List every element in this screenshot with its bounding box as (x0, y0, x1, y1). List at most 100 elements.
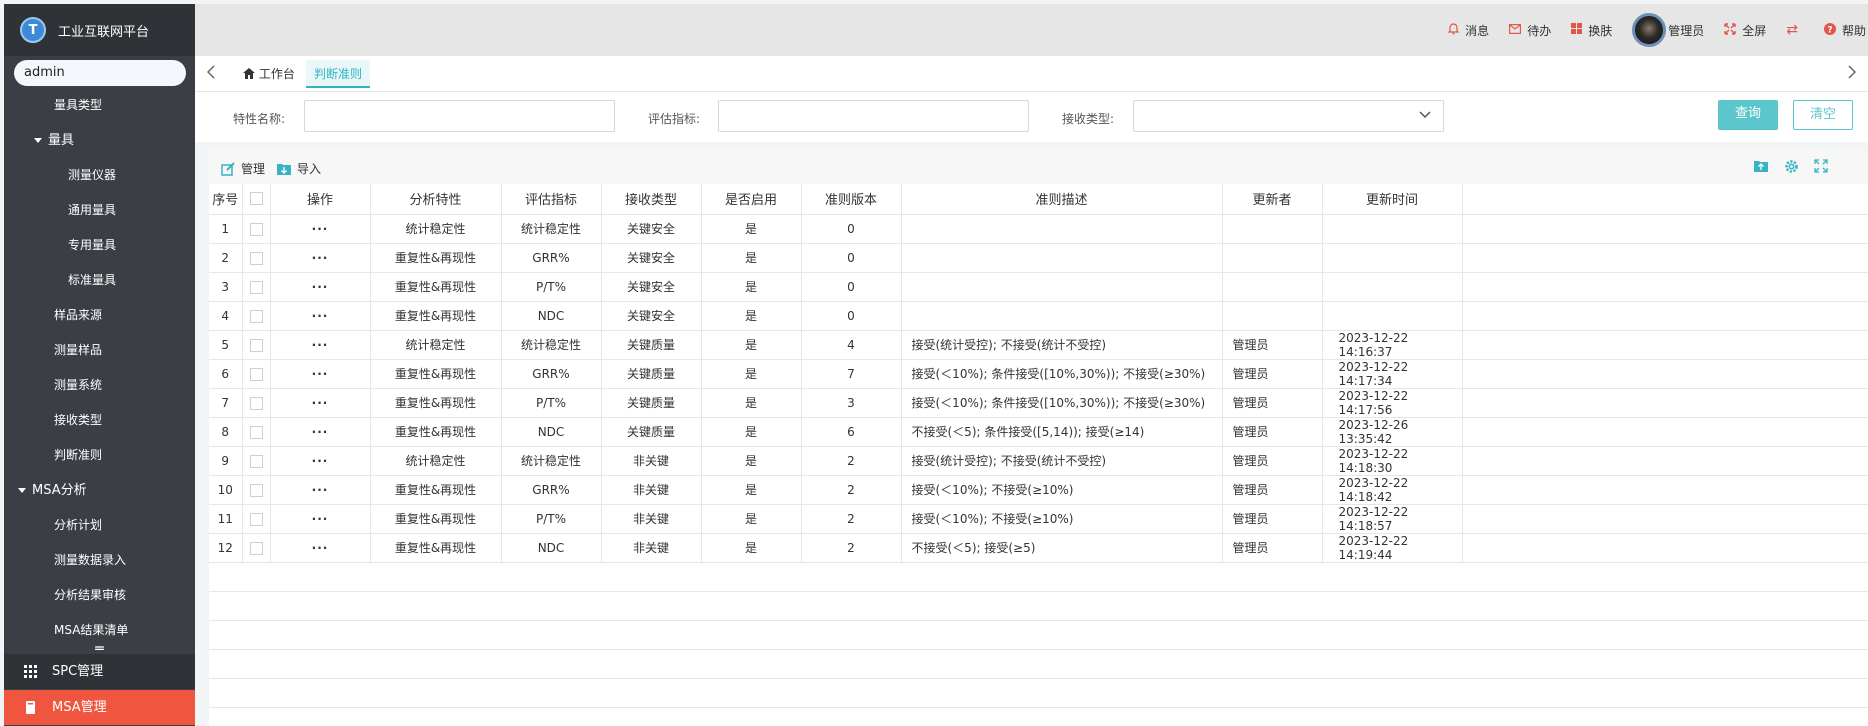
more-icon[interactable]: ··· (312, 338, 329, 352)
row-action-menu[interactable]: ··· (270, 272, 371, 302)
more-icon[interactable]: ··· (312, 309, 329, 323)
row-checkbox[interactable] (242, 533, 271, 563)
more-icon[interactable]: ··· (312, 541, 329, 555)
fullscreen-button[interactable]: 全屏 (1724, 22, 1766, 39)
manage-button[interactable]: 管理 (221, 160, 265, 177)
todo-button[interactable]: 待办 (1509, 22, 1551, 39)
sidebar-item[interactable]: 分析结果审核 (4, 578, 195, 613)
sidebar-search-input[interactable]: admin (14, 60, 186, 86)
more-icon[interactable]: ··· (312, 367, 329, 381)
table-row[interactable]: 10 ··· 重复性&再现性 GRR% 非关键是 2 接受(＜10%); 不接受(≥10%)… (209, 475, 1868, 505)
sidebar-item[interactable]: 量具 (4, 123, 195, 158)
sidebar-item-msa[interactable]: MSA管理 (4, 690, 195, 725)
checkbox[interactable] (249, 396, 263, 410)
sidebar-item[interactable]: 测量系统 (4, 368, 195, 403)
sidebar-item-spc[interactable]: SPC管理 (4, 654, 195, 689)
table-row[interactable]: 7 ··· 重复性&再现性 P/T% 关键质量是 3 接受(＜10%); 条件接受([10%… (209, 388, 1868, 418)
checkbox[interactable] (249, 367, 263, 381)
checkbox[interactable] (249, 338, 263, 352)
checkbox[interactable] (249, 483, 263, 497)
table-row[interactable]: 8 ··· 重复性&再现性 NDC 关键质量是 6 不接受(＜5); 条件接受([5,14)… (209, 417, 1868, 447)
row-checkbox[interactable] (242, 417, 271, 447)
table-row[interactable]: 5 ··· 统计稳定性 统计稳定性 关键质量是 4 接受(统计受控); 不接受(统计不受控)… (209, 330, 1868, 360)
row-action-menu[interactable]: ··· (270, 301, 371, 331)
row-action-menu[interactable]: ··· (270, 243, 371, 273)
more-icon[interactable]: ··· (312, 425, 329, 439)
checkbox[interactable] (249, 222, 263, 236)
table-row[interactable]: 9 ··· 统计稳定性 统计稳定性 非关键是 2 接受(统计受控); 不接受(统计不受控) 管… (209, 446, 1868, 476)
tab-scroll-left-icon[interactable] (206, 64, 215, 83)
row-checkbox[interactable] (242, 446, 271, 476)
more-icon[interactable]: ··· (312, 280, 329, 294)
sidebar-item[interactable]: 接收类型 (4, 403, 195, 438)
more-icon[interactable]: ··· (312, 454, 329, 468)
tab-criteria[interactable]: 判断准则 (306, 60, 371, 88)
user-menu[interactable]: 管理员 (1632, 13, 1704, 47)
row-action-menu[interactable]: ··· (270, 330, 371, 360)
sidebar-item[interactable]: 样品来源 (4, 298, 195, 333)
tab-scroll-right-icon[interactable] (1848, 64, 1857, 83)
sidebar-item[interactable]: 测量仪器 (4, 158, 195, 193)
sidebar-item[interactable]: 标准量具 (4, 263, 195, 298)
checkbox[interactable] (249, 251, 263, 265)
sidebar-item[interactable]: 判断准则 (4, 438, 195, 473)
row-checkbox[interactable] (242, 388, 271, 418)
row-checkbox[interactable] (242, 504, 271, 534)
more-icon[interactable]: ··· (312, 396, 329, 410)
message-button[interactable]: 消息 (1447, 22, 1489, 39)
sidebar-item[interactable]: 分析计划 (4, 508, 195, 543)
feature-input[interactable] (304, 100, 615, 132)
clear-button[interactable]: 清空 (1793, 100, 1853, 130)
table-row[interactable]: 3 ··· 重复性&再现性 P/T% 关键安全是 0 (209, 272, 1868, 302)
row-action-menu[interactable]: ··· (270, 417, 371, 447)
gear-icon[interactable] (1784, 159, 1799, 177)
query-button[interactable]: 查询 (1718, 100, 1778, 130)
fullscreen-table-icon[interactable] (1814, 159, 1828, 176)
checkbox[interactable] (249, 192, 263, 206)
more-icon[interactable]: ··· (312, 512, 329, 526)
row-action-menu[interactable]: ··· (270, 214, 371, 244)
row-action-menu[interactable]: ··· (270, 446, 371, 476)
sidebar-item[interactable]: 专用量具 (4, 228, 195, 263)
table-row[interactable]: 4 ··· 重复性&再现性 NDC 关键安全是 0 (209, 301, 1868, 331)
import-button[interactable]: 导入 (277, 160, 321, 177)
row-checkbox[interactable] (242, 214, 271, 244)
checkbox[interactable] (249, 309, 263, 323)
select-all-checkbox[interactable] (242, 184, 271, 215)
checkbox[interactable] (249, 512, 263, 526)
tab-workbench[interactable]: 工作台 (235, 60, 303, 88)
table-row[interactable]: 1 ··· 统计稳定性 统计稳定性 关键安全是 0 (209, 214, 1868, 244)
row-action-menu[interactable]: ··· (270, 475, 371, 505)
folder-export-icon[interactable] (1754, 159, 1768, 175)
accept-type-select[interactable] (1133, 100, 1444, 132)
row-action-menu[interactable]: ··· (270, 359, 371, 389)
row-checkbox[interactable] (242, 243, 271, 273)
row-checkbox[interactable] (242, 359, 271, 389)
row-checkbox[interactable] (242, 475, 271, 505)
sidebar-item[interactable]: MSA分析 (4, 473, 195, 508)
sidebar-item[interactable]: 量具类型 (4, 88, 195, 123)
help-button[interactable]: ? 帮助 (1823, 22, 1866, 39)
row-checkbox[interactable] (242, 330, 271, 360)
more-icon[interactable]: ··· (312, 222, 329, 236)
row-checkbox[interactable] (242, 301, 271, 331)
row-action-menu[interactable]: ··· (270, 388, 371, 418)
switch-button[interactable]: ⇄ (1786, 22, 1804, 38)
checkbox[interactable] (249, 280, 263, 294)
sidebar-item[interactable]: 通用量具 (4, 193, 195, 228)
checkbox[interactable] (249, 425, 263, 439)
more-icon[interactable]: ··· (312, 251, 329, 265)
more-icon[interactable]: ··· (312, 483, 329, 497)
row-checkbox[interactable] (242, 272, 271, 302)
checkbox[interactable] (249, 454, 263, 468)
table-row[interactable]: 2 ··· 重复性&再现性 GRR% 关键安全是 0 (209, 243, 1868, 273)
sidebar-item[interactable]: 测量样品 (4, 333, 195, 368)
checkbox[interactable] (249, 541, 263, 555)
index-input[interactable] (718, 100, 1029, 132)
table-row[interactable]: 6 ··· 重复性&再现性 GRR% 关键质量是 7 接受(＜10%); 条件接受([10%… (209, 359, 1868, 389)
row-action-menu[interactable]: ··· (270, 504, 371, 534)
table-row[interactable]: 12 ··· 重复性&再现性 NDC 非关键是 2 不接受(＜5); 接受(≥5) 管理员 20… (209, 533, 1868, 563)
table-row[interactable]: 11 ··· 重复性&再现性 P/T% 非关键是 2 接受(＜10%); 不接受(≥10%)… (209, 504, 1868, 534)
sidebar-item[interactable]: 测量数据录入 (4, 543, 195, 578)
skin-button[interactable]: 换肤 (1571, 22, 1612, 39)
